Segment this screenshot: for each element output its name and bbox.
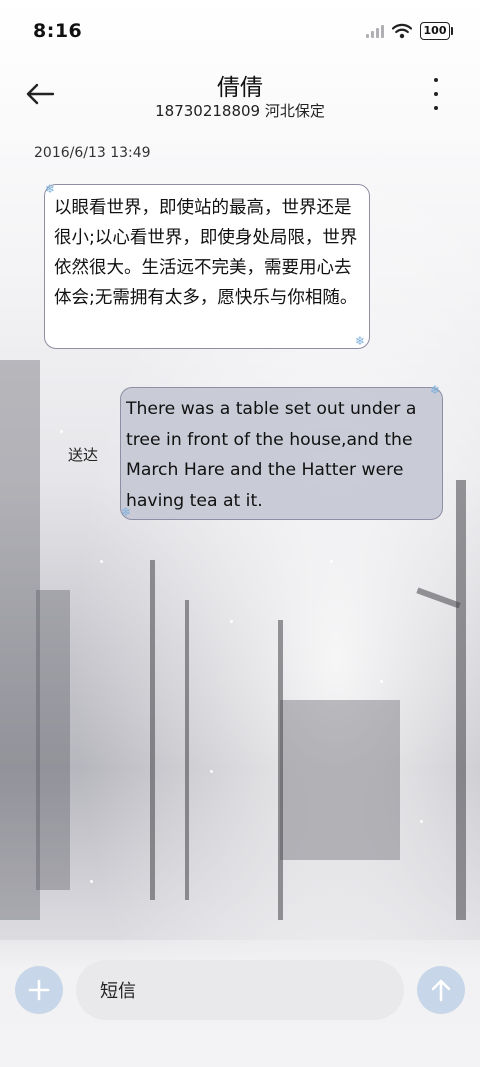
building-left <box>0 360 40 920</box>
street-lamp-arm <box>416 587 461 609</box>
tree-trunk <box>185 600 189 900</box>
conversation-header: 倩倩 18730218809 河北保定 <box>0 64 480 134</box>
message-input[interactable]: 短信 <box>76 960 404 1020</box>
more-options-button[interactable] <box>428 78 444 110</box>
status-bar: 8:16 100 <box>0 0 480 64</box>
snowflake-icon: ❄ <box>355 334 366 348</box>
status-icons: 100 <box>366 22 453 40</box>
plus-icon <box>28 979 50 1001</box>
incoming-message-bubble[interactable]: 以眼看世界，即使站的最高，世界还是很小;以心看世界，即使身处局限，世界依然很大。… <box>44 184 370 349</box>
street-lamp-pole <box>456 480 466 920</box>
more-vertical-icon <box>434 78 438 82</box>
message-timestamp: 2016/6/13 13:49 <box>34 145 151 161</box>
add-attachment-button[interactable] <box>15 966 63 1014</box>
incoming-message-text: 以眼看世界，即使站的最高，世界还是很小;以心看世界，即使身处局限，世界依然很大。… <box>54 198 358 308</box>
contact-name: 倩倩 <box>217 75 263 101</box>
wifi-icon <box>392 23 412 39</box>
outgoing-message-text: There was a table set out under a tree i… <box>126 399 417 511</box>
building-center <box>280 700 400 860</box>
send-button[interactable] <box>417 966 465 1014</box>
snowflake-icon: ❄ <box>430 383 441 397</box>
signal-icon <box>366 24 384 38</box>
status-time: 8:16 <box>33 20 83 42</box>
delivery-status: 送达 <box>68 446 99 464</box>
outgoing-message-bubble[interactable]: There was a table set out under a tree i… <box>120 387 443 520</box>
compose-bar: 短信 <box>0 940 480 1067</box>
tree-trunk <box>150 560 155 900</box>
building-left-2 <box>36 590 70 890</box>
battery-icon: 100 <box>420 22 453 40</box>
snowflake-icon: ❄ <box>45 182 56 196</box>
snowflake-icon: ❄ <box>121 505 132 519</box>
contact-number-location: 18730218809 河北保定 <box>155 102 325 120</box>
tree-trunk <box>278 620 283 920</box>
send-arrow-icon <box>431 979 451 1002</box>
